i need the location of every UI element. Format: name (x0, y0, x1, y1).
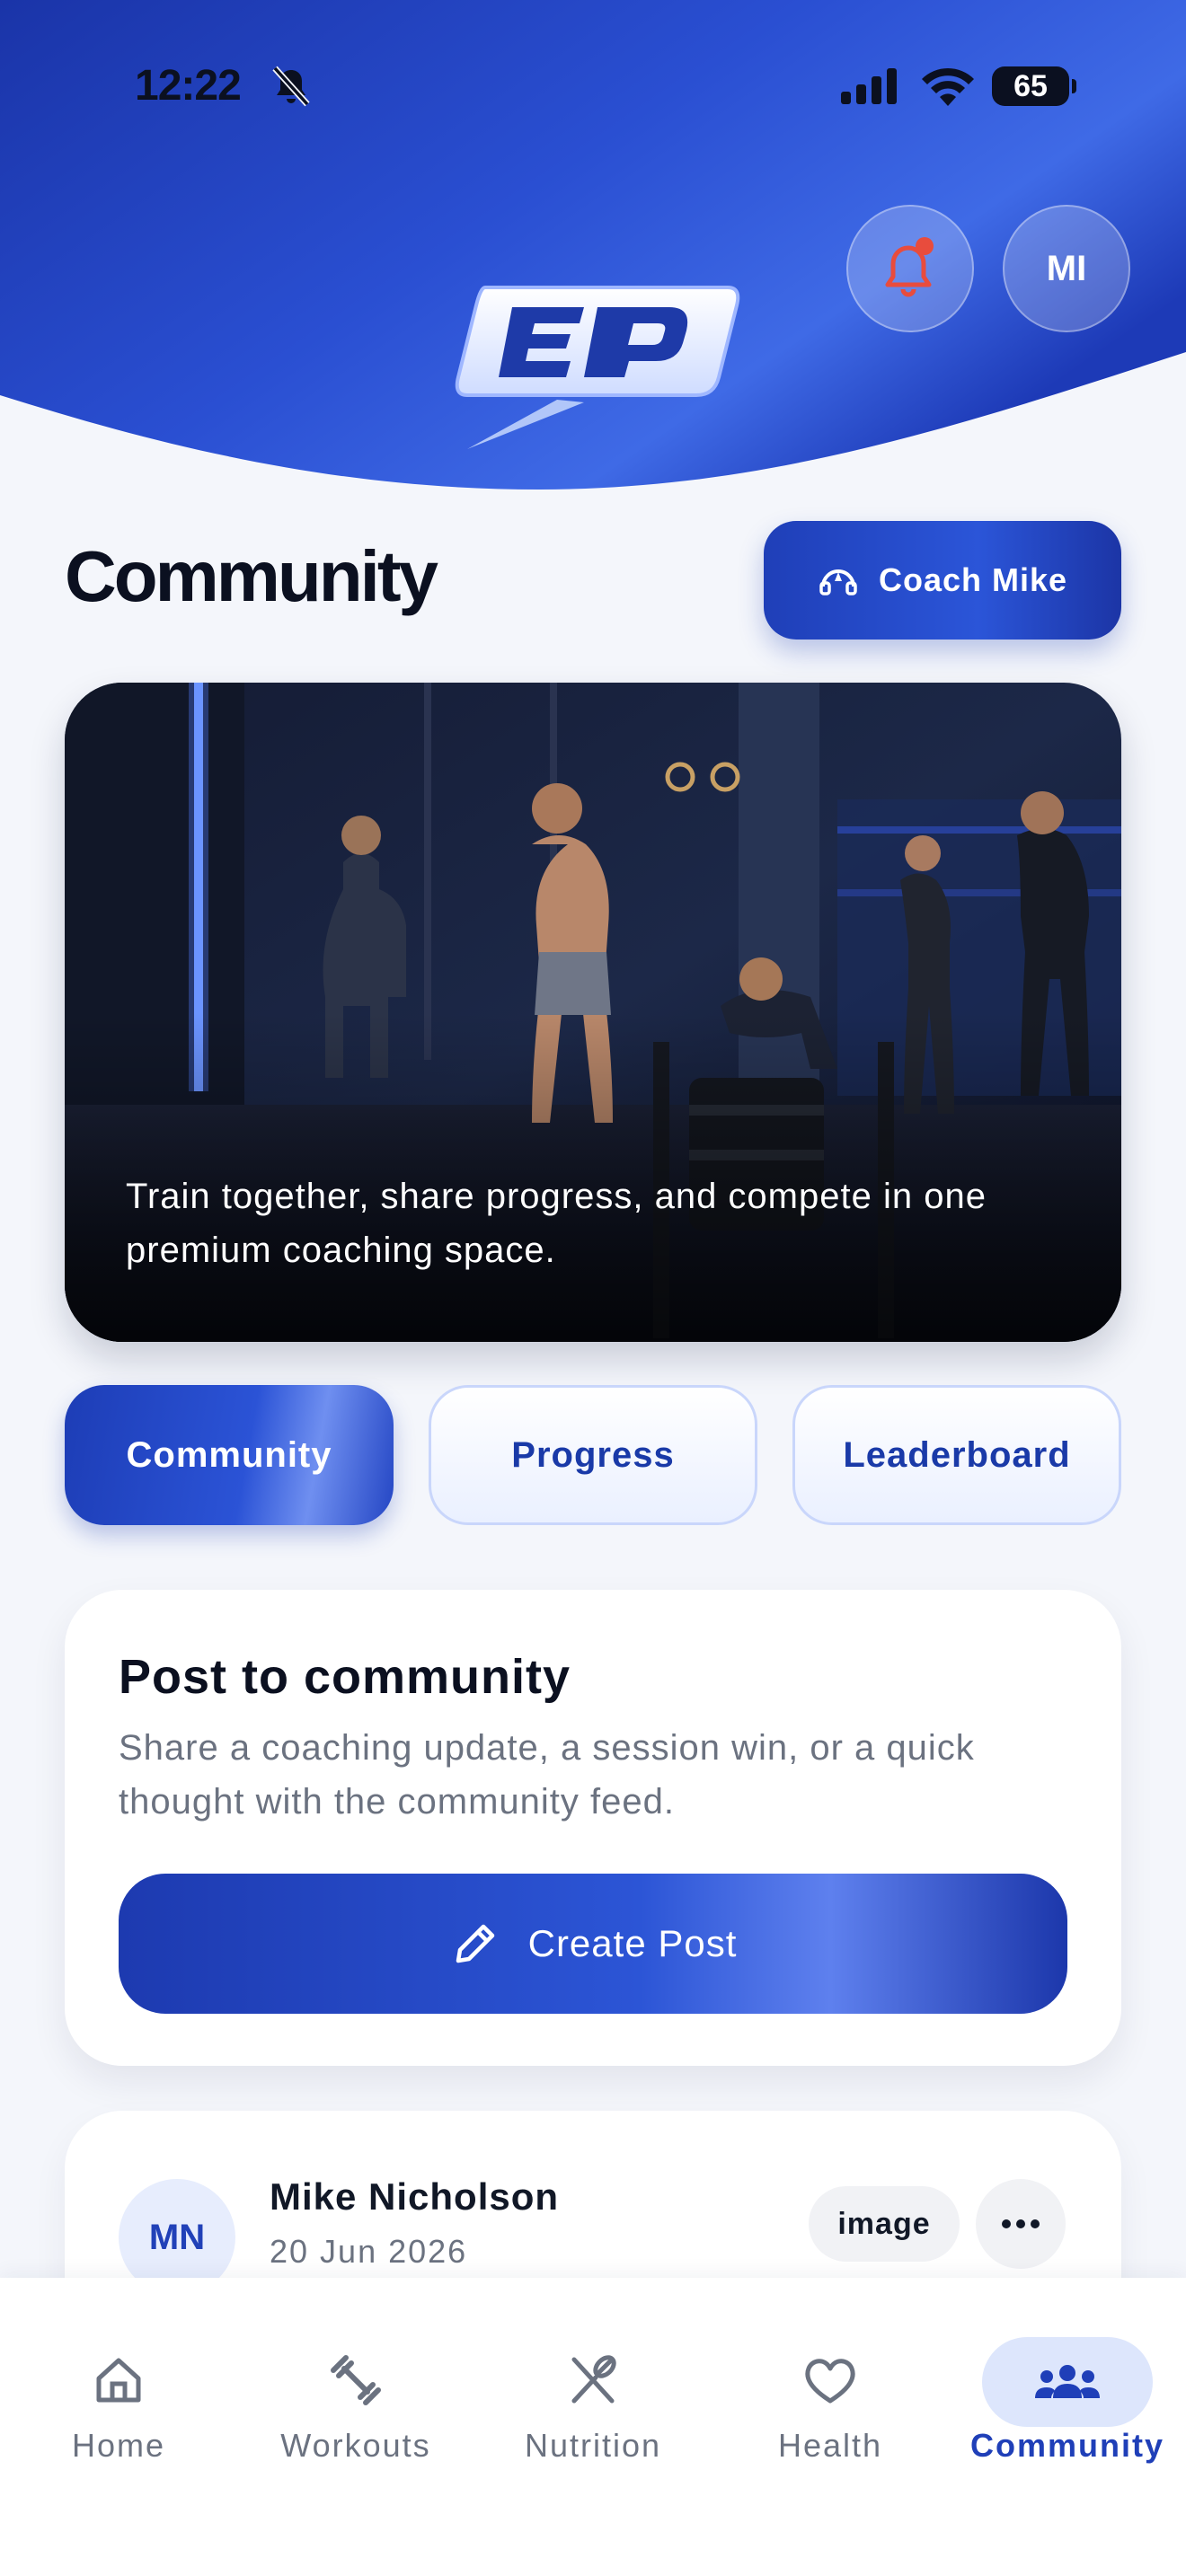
nav-item-community[interactable]: Community (949, 2314, 1186, 2475)
pencil-icon (456, 1924, 494, 1963)
bell-slash-icon (272, 66, 310, 107)
heart-icon (805, 2359, 855, 2404)
notification-dot (916, 237, 934, 255)
bottom-navigation: Home Workouts Nutrition Health Community (0, 2278, 1186, 2576)
dumbbell-icon (331, 2355, 381, 2405)
post-to-community-card: Post to community Share a coaching updat… (65, 1590, 1121, 2066)
coach-icon (819, 569, 857, 595)
nav-item-home[interactable]: Home (0, 2314, 237, 2475)
nav-label-home: Home (71, 2427, 166, 2464)
post-card-title: Post to community (119, 1650, 571, 1704)
nav-label-workouts: Workouts (280, 2427, 431, 2464)
ellipsis-icon (1002, 2219, 1040, 2228)
create-post-button[interactable]: Create Post (119, 1874, 1067, 2014)
bell-icon (885, 237, 934, 297)
more-options-button[interactable] (976, 2179, 1066, 2269)
people-icon (1035, 2365, 1100, 2398)
nav-item-health[interactable]: Health (712, 2314, 949, 2475)
ep-logo (455, 286, 740, 449)
nav-item-nutrition[interactable]: Nutrition (474, 2314, 712, 2475)
profile-avatar-button[interactable]: MI (1003, 205, 1130, 332)
tab-community[interactable]: Community (65, 1385, 394, 1525)
post-type-badge: image (809, 2186, 960, 2262)
nav-item-workouts[interactable]: Workouts (237, 2314, 474, 2475)
home-icon (96, 2358, 141, 2403)
notifications-button[interactable] (846, 205, 974, 332)
wifi-icon (922, 67, 974, 106)
hero-caption: Train together, share progress, and comp… (126, 1177, 987, 1270)
create-post-label: Create Post (527, 1922, 738, 1964)
page-title: Community (65, 536, 438, 616)
nav-label-nutrition: Nutrition (524, 2427, 662, 2464)
coach-button-label: Coach Mike (878, 561, 1068, 598)
nav-label-health: Health (777, 2427, 883, 2464)
tab-progress[interactable]: Progress (429, 1385, 757, 1525)
cellular-signal-icon (841, 68, 897, 104)
utensils-icon (571, 2355, 616, 2404)
tab-leaderboard[interactable]: Leaderboard (792, 1385, 1121, 1525)
status-time: 12:22 (135, 62, 242, 110)
coach-mike-button[interactable]: Coach Mike (764, 521, 1121, 640)
post-card-description: Share a coaching update, a session win, … (119, 1728, 975, 1822)
hero-banner: Train together, share progress, and comp… (65, 683, 1121, 1342)
post-date: 20 Jun 2026 (270, 2233, 468, 2270)
author-name: Mike Nicholson (270, 2175, 560, 2218)
nav-label-community: Community (970, 2427, 1164, 2464)
battery-indicator: 65 (992, 66, 1076, 106)
